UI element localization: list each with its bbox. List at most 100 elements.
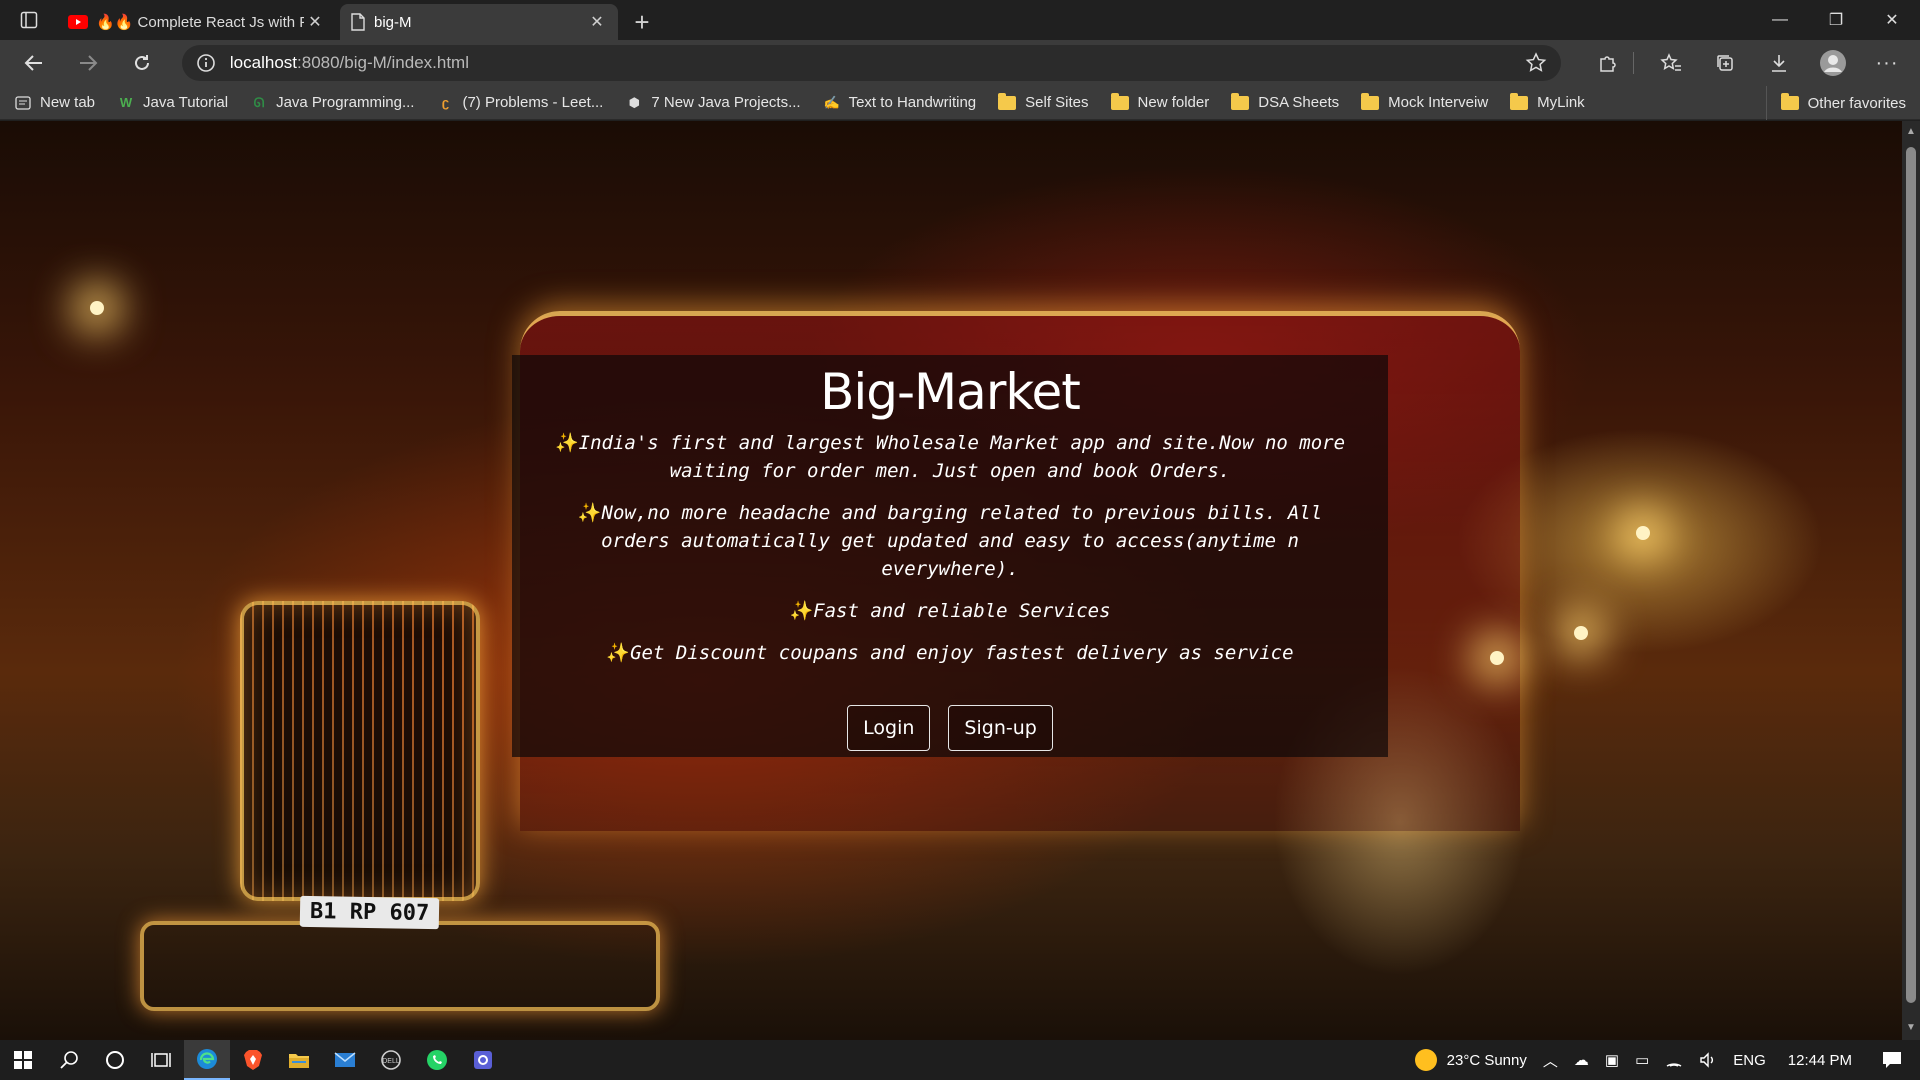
- signup-button[interactable]: Sign-up: [948, 705, 1053, 751]
- fav-folder-new-folder[interactable]: New folder: [1110, 92, 1209, 111]
- tab-strip: 🔥🔥 Complete React Js with Pr ✕ big-M ✕ +…: [0, 0, 1920, 40]
- fav-leetcode[interactable]: ʗ (7) Problems - Leet...: [436, 94, 604, 111]
- other-favorites[interactable]: Other favorites: [1765, 86, 1906, 120]
- sparkle-icon: ✨: [554, 432, 579, 454]
- favorites-button[interactable]: [1650, 45, 1692, 81]
- start-button[interactable]: [0, 1040, 46, 1080]
- show-hidden-icons[interactable]: ︿: [1543, 1050, 1558, 1071]
- login-button[interactable]: Login: [847, 705, 931, 751]
- cloud-icon: ☁: [1573, 1052, 1589, 1069]
- toolbar-icons: ···: [1575, 45, 1908, 81]
- leetcode-icon: ʗ: [441, 95, 450, 110]
- street-lamp: [90, 301, 104, 315]
- fav-label: Self Sites: [1025, 94, 1089, 111]
- street-lamp: [1574, 626, 1588, 640]
- fav-java-projects[interactable]: ⬢ 7 New Java Projects...: [625, 94, 801, 111]
- fav-label: 7 New Java Projects...: [651, 94, 801, 111]
- tray-volume[interactable]: [1699, 1052, 1717, 1068]
- background-truck-grill: [240, 601, 480, 901]
- tab-react-course[interactable]: 🔥🔥 Complete React Js with Pr ✕: [58, 4, 336, 40]
- folder-icon: [1361, 92, 1380, 110]
- newtab-icon: [14, 95, 32, 111]
- settings-menu-button[interactable]: ···: [1866, 45, 1908, 81]
- tray-language[interactable]: ENG: [1733, 1052, 1766, 1069]
- svg-text:DELL: DELL: [382, 1058, 400, 1065]
- search-icon: [60, 1051, 78, 1069]
- fav-folder-dsa-sheets[interactable]: DSA Sheets: [1231, 92, 1339, 111]
- taskbar-mail[interactable]: [322, 1040, 368, 1080]
- address-bar[interactable]: localhost:8080/big-M/index.html: [181, 45, 1561, 81]
- task-view-button[interactable]: [138, 1040, 184, 1080]
- tray-clock[interactable]: 12:44 PM: [1788, 1052, 1852, 1069]
- window-controls: — ❐ ✕: [1752, 0, 1920, 40]
- fav-label: Mock Interveiw: [1388, 94, 1489, 111]
- back-button[interactable]: [12, 45, 56, 81]
- fav-folder-mock-interview[interactable]: Mock Interveiw: [1361, 92, 1489, 111]
- tray-cloud[interactable]: ☁: [1574, 1051, 1589, 1069]
- tray-wifi[interactable]: [1665, 1052, 1683, 1068]
- fav-java-programming[interactable]: ᘏ Java Programming...: [250, 94, 415, 111]
- toolbar-divider: [1633, 52, 1634, 74]
- minimize-icon: —: [1772, 11, 1788, 28]
- new-tab-button[interactable]: +: [622, 4, 662, 40]
- license-plate: B1 RP 607: [299, 895, 440, 930]
- file-explorer-icon: [289, 1054, 309, 1068]
- taskbar-dell[interactable]: DELL: [368, 1040, 414, 1080]
- task-view-icon: [151, 1053, 171, 1067]
- tab-big-m[interactable]: big-M ✕: [340, 4, 618, 40]
- folder-icon: [1110, 92, 1129, 110]
- tab-actions-button[interactable]: [0, 0, 58, 40]
- chevron-up-icon: ︿: [1542, 1052, 1558, 1070]
- forward-button[interactable]: [66, 45, 110, 81]
- close-tab-icon[interactable]: ✕: [586, 12, 608, 32]
- feature-text: Get Discount coupans and enjoy fastest d…: [630, 642, 1294, 664]
- sun-icon: [1414, 1049, 1437, 1071]
- fav-new-tab[interactable]: New tab: [14, 94, 95, 111]
- gfg-icon: ᘏ: [253, 94, 265, 110]
- feature-text: India's first and largest Wholesale Mark…: [578, 432, 1346, 482]
- feature-text: Fast and reliable Services: [813, 600, 1111, 622]
- fav-java-tutorial[interactable]: W Java Tutorial: [117, 94, 228, 111]
- settings-gear-icon: [474, 1051, 492, 1069]
- fav-text-to-handwriting[interactable]: ✍ Text to Handwriting: [823, 94, 977, 111]
- tray-device[interactable]: ▣: [1605, 1051, 1619, 1069]
- close-icon: ✕: [1885, 12, 1899, 29]
- page-scrollbar[interactable]: ▲ ▼: [1902, 121, 1920, 1040]
- taskbar-brave[interactable]: [230, 1040, 276, 1080]
- refresh-button[interactable]: [120, 45, 164, 81]
- minimize-button[interactable]: —: [1752, 0, 1808, 40]
- whatsapp-icon: [427, 1050, 447, 1070]
- taskbar-whatsapp[interactable]: [414, 1040, 460, 1080]
- fav-folder-self-sites[interactable]: Self Sites: [998, 92, 1089, 111]
- favorites-bar: New tab W Java Tutorial ᘏ Java Programming…: [0, 86, 1920, 120]
- weather-widget[interactable]: 23°C Sunny: [1414, 1049, 1527, 1071]
- system-tray: 23°C Sunny ︿ ☁ ▣ ▭ ENG 12:44 PM: [1407, 1040, 1920, 1080]
- cortana-button[interactable]: [92, 1040, 138, 1080]
- feature-text-1: ✨India's first and largest Wholesale Mar…: [546, 429, 1354, 485]
- downloads-button[interactable]: [1758, 45, 1800, 81]
- profile-button[interactable]: [1812, 45, 1854, 81]
- search-button[interactable]: [46, 1040, 92, 1080]
- sparkle-icon: ✨: [789, 600, 814, 622]
- restore-button[interactable]: ❐: [1808, 0, 1864, 40]
- add-favorite-icon[interactable]: [1525, 52, 1547, 74]
- dell-icon: DELL: [381, 1050, 401, 1070]
- action-center-button[interactable]: [1882, 1051, 1902, 1069]
- close-window-button[interactable]: ✕: [1864, 0, 1920, 40]
- url-host: localhost: [229, 53, 298, 72]
- taskbar-file-explorer[interactable]: [276, 1040, 322, 1080]
- fav-folder-mylink[interactable]: MyLink: [1510, 92, 1585, 111]
- close-tab-icon[interactable]: ✕: [304, 12, 326, 32]
- favorites-star-icon: [1660, 53, 1681, 71]
- mail-icon: [334, 1052, 356, 1067]
- collections-button[interactable]: [1704, 45, 1746, 81]
- taskbar-settings-app[interactable]: [460, 1040, 506, 1080]
- background-truck-bumper: [140, 921, 660, 1011]
- scroll-down-icon[interactable]: ▼: [1906, 1023, 1916, 1033]
- scroll-up-icon[interactable]: ▲: [1906, 127, 1916, 137]
- hand-icon: ✍: [823, 94, 840, 110]
- taskbar-edge[interactable]: [184, 1040, 230, 1080]
- tray-battery[interactable]: ▭: [1635, 1051, 1649, 1069]
- extensions-button[interactable]: [1587, 45, 1629, 81]
- scrollbar-thumb[interactable]: [1906, 147, 1916, 1003]
